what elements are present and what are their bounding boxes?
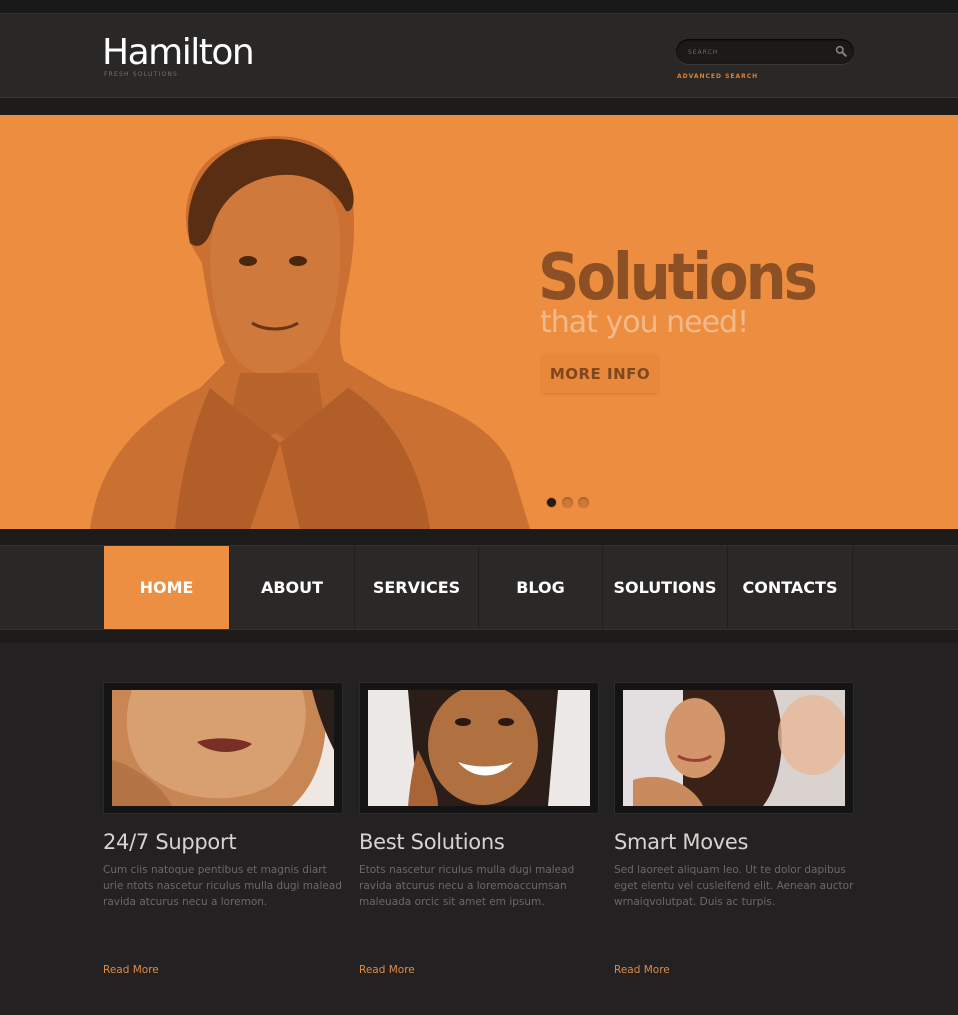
feature-title: 24/7 Support bbox=[103, 830, 237, 854]
feature-card: 24/7 Support Cum ciis natoque pentibus e… bbox=[103, 682, 343, 976]
support-woman-photo[interactable] bbox=[112, 690, 334, 806]
main-navigation: HOME ABOUT SERVICES BLOG SOLUTIONS CONTA… bbox=[0, 545, 958, 630]
nav-item-solutions[interactable]: SOLUTIONS bbox=[603, 546, 728, 629]
read-more-link[interactable]: Read More bbox=[103, 964, 159, 976]
hero-title: Solutions bbox=[538, 241, 818, 315]
nav-item-about[interactable]: ABOUT bbox=[230, 546, 355, 629]
hero-divider bbox=[0, 529, 958, 545]
feature-text: Etots nascetur riculus mulla dugi malead… bbox=[359, 864, 575, 908]
read-more-link[interactable]: Read More bbox=[359, 964, 415, 976]
feature-card: Best Solutions Etots nascetur riculus mu… bbox=[359, 682, 599, 976]
feature-image-frame bbox=[103, 682, 343, 814]
feature-title: Smart Moves bbox=[614, 830, 749, 854]
nav-item-services[interactable]: SERVICES bbox=[355, 546, 479, 629]
feature-title: Best Solutions bbox=[359, 830, 505, 854]
hero-slider: Solutions that you need! MORE INFO bbox=[0, 115, 958, 529]
hero-subtitle: that you need! bbox=[540, 305, 749, 340]
search-icon[interactable] bbox=[835, 45, 847, 57]
feature-text: Cum ciis natoque pentibus et magnis diar… bbox=[103, 864, 342, 908]
slider-dot-3[interactable] bbox=[578, 497, 589, 508]
top-strip bbox=[0, 0, 958, 13]
site-logo[interactable]: Hamilton bbox=[102, 33, 255, 73]
slider-dot-2[interactable] bbox=[562, 497, 573, 508]
nav-item-blog[interactable]: BLOG bbox=[479, 546, 603, 629]
read-more-link[interactable]: Read More bbox=[614, 964, 670, 976]
nav-item-home[interactable]: HOME bbox=[104, 546, 230, 629]
hero-man-photo bbox=[90, 136, 530, 529]
feature-image-frame bbox=[614, 682, 854, 814]
header-divider bbox=[0, 98, 958, 115]
slider-pagination bbox=[546, 493, 594, 512]
smart-moves-woman-photo[interactable] bbox=[623, 690, 845, 806]
search-input[interactable] bbox=[688, 45, 828, 59]
slider-dot-1[interactable] bbox=[546, 497, 557, 508]
more-info-button[interactable]: MORE INFO bbox=[542, 355, 658, 393]
search-box bbox=[676, 39, 854, 64]
site-header: Hamilton FRESH SOLUTIONS ADVANCED SEARCH bbox=[0, 13, 958, 98]
nav-divider bbox=[0, 630, 958, 643]
features-section: 24/7 Support Cum ciis natoque pentibus e… bbox=[0, 643, 958, 1015]
feature-card: Smart Moves Sed laoreet aliquam leo. Ut … bbox=[614, 682, 854, 976]
nav-item-contacts[interactable]: CONTACTS bbox=[728, 546, 853, 629]
feature-image-frame bbox=[359, 682, 599, 814]
site-tagline: FRESH SOLUTIONS bbox=[104, 71, 179, 78]
feature-text: Sed laoreet aliquam leo. Ut te dolor dap… bbox=[614, 864, 854, 908]
solutions-woman-photo[interactable] bbox=[368, 690, 590, 806]
advanced-search-link[interactable]: ADVANCED SEARCH bbox=[677, 73, 758, 80]
